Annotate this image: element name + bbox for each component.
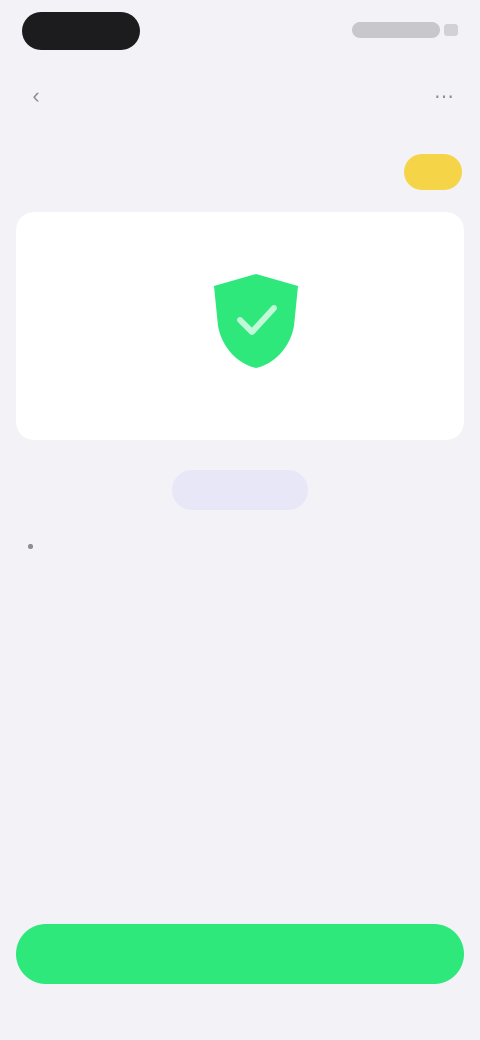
learn-more-button[interactable] (172, 470, 308, 510)
battery-icon (444, 24, 458, 36)
shield-icon (190, 270, 322, 370)
chevron-left-icon[interactable]: ‹ (22, 82, 50, 110)
status-bar (0, 0, 480, 66)
section-header (18, 152, 462, 192)
status-badge[interactable] (404, 154, 462, 190)
status-indicators (352, 22, 440, 38)
security-card (16, 212, 464, 440)
primary-action-button[interactable] (16, 924, 464, 984)
dynamic-island (22, 12, 140, 50)
navigation-bar: ‹ ⋯ (0, 72, 480, 120)
ellipsis-icon[interactable]: ⋯ (430, 82, 458, 110)
